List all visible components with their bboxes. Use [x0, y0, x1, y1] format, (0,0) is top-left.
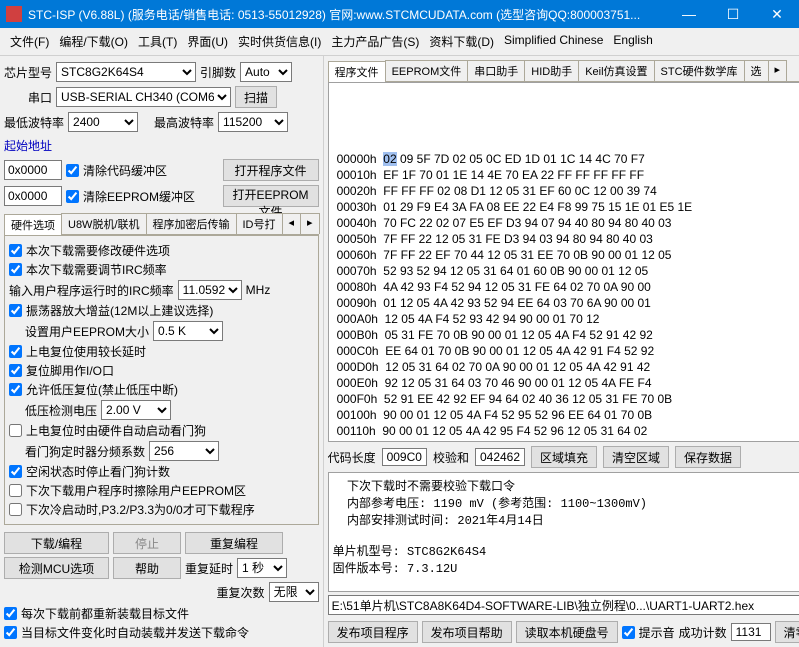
minbaud-select[interactable]: 2400	[68, 112, 138, 132]
minbaud-label: 最低波特率	[4, 114, 64, 131]
tab-serial[interactable]: 串口助手	[467, 60, 525, 81]
delay-select[interactable]: 1 秒	[237, 558, 287, 578]
clear-eeprom-check[interactable]	[66, 190, 79, 203]
menu-english[interactable]: English	[609, 31, 656, 52]
irc-unit: MHz	[246, 283, 271, 297]
maxbaud-select[interactable]: 115200	[218, 112, 288, 132]
autoload-check[interactable]	[4, 607, 17, 620]
startaddr-label: 起始地址	[4, 137, 319, 154]
irc-select[interactable]: 11.0592	[178, 280, 242, 300]
opt-reset-io[interactable]	[9, 364, 22, 377]
fill-button[interactable]: 区域填充	[531, 446, 597, 468]
path-input[interactable]	[328, 595, 799, 615]
opt-cold-start[interactable]	[9, 503, 22, 516]
menu-supply[interactable]: 实时供货信息(I)	[234, 31, 325, 52]
succ-value: 1131	[731, 623, 771, 641]
scan-button[interactable]: 扫描	[235, 86, 277, 108]
close-button[interactable]: ✕	[755, 0, 799, 28]
delay-label: 重复延时	[185, 560, 233, 577]
tab-scroll-right[interactable]: ▸	[300, 213, 320, 234]
codelen-value: 009C0	[382, 448, 427, 466]
addr2-input[interactable]	[4, 186, 62, 206]
beep-check[interactable]	[622, 626, 635, 639]
opt-wdt-auto[interactable]	[9, 424, 22, 437]
read-hw-button[interactable]: 读取本机硬盘号	[516, 621, 618, 643]
tab-keil[interactable]: Keil仿真设置	[578, 60, 654, 81]
com-select[interactable]: USB-SERIAL CH340 (COM6)	[56, 87, 231, 107]
clear-code-check[interactable]	[66, 164, 79, 177]
codelen-label: 代码长度	[328, 449, 376, 466]
lvd-label: 低压检测电压	[25, 402, 97, 419]
zero-button[interactable]: 清零	[775, 621, 799, 643]
tab-eepromfile[interactable]: EEPROM文件	[385, 60, 469, 81]
clear-code-label: 清除代码缓冲区	[83, 162, 167, 179]
pub-prog-button[interactable]: 发布项目程序	[328, 621, 418, 643]
menu-file[interactable]: 文件(F)	[6, 31, 53, 52]
clear-button[interactable]: 清空区域	[603, 446, 669, 468]
count-select[interactable]: 无限	[269, 582, 319, 602]
opt-long-delay[interactable]	[9, 345, 22, 358]
open-prog-button[interactable]: 打开程序文件	[223, 159, 319, 181]
wdt-label: 看门狗定时器分频系数	[25, 443, 145, 460]
tab-stchw[interactable]: STC硬件数学库	[654, 60, 745, 81]
pins-select[interactable]: Auto	[240, 62, 292, 82]
log-output: 下次下载时不需要校验下载口令 内部参考电压: 1190 mV (参考范围: 11…	[328, 472, 799, 592]
detect-button[interactable]: 检测MCU选项	[4, 557, 109, 579]
opt-idle-wdt[interactable]	[9, 465, 22, 478]
window-title: STC-ISP (V6.88L) (服务电话/销售电话: 0513-550129…	[28, 6, 667, 23]
hex-view[interactable]: 00000h 02 09 5F 7D 02 05 0C ED 1D 01 1C …	[328, 82, 799, 442]
menu-ui[interactable]: 界面(U)	[183, 31, 232, 52]
lvd-select[interactable]: 2.00 V	[101, 400, 171, 420]
tab-progfile[interactable]: 程序文件	[328, 61, 386, 82]
chip-select[interactable]: STC8G2K64S4	[56, 62, 196, 82]
com-label: 串口	[28, 89, 52, 106]
tab-u8w[interactable]: U8W脱机/联机	[61, 213, 147, 234]
eeprom-size-label: 设置用户EEPROM大小	[25, 323, 149, 340]
app-icon	[6, 6, 22, 22]
count-label: 重复次数	[217, 584, 265, 601]
max-button[interactable]: ☐	[711, 0, 755, 28]
tab-hwopt[interactable]: 硬件选项	[4, 214, 62, 235]
help-button[interactable]: 帮助	[113, 557, 181, 579]
maxbaud-label: 最高波特率	[154, 114, 214, 131]
pub-help-button[interactable]: 发布项目帮助	[422, 621, 512, 643]
tab-encrypt[interactable]: 程序加密后传输	[146, 213, 237, 234]
menubar: 文件(F) 编程/下载(O) 工具(T) 界面(U) 实时供货信息(I) 主力产…	[0, 28, 799, 56]
chip-label: 芯片型号	[4, 64, 52, 81]
opt-erase-eeprom[interactable]	[9, 484, 22, 497]
chksum-value: 042462	[475, 448, 525, 466]
min-button[interactable]: —	[667, 0, 711, 28]
tab-scroll-left[interactable]: ◂	[282, 213, 302, 234]
wdt-select[interactable]: 256	[149, 441, 219, 461]
download-button[interactable]: 下载/编程	[4, 532, 109, 554]
menu-tools[interactable]: 工具(T)	[134, 31, 181, 52]
opt-adjust-irc[interactable]	[9, 263, 22, 276]
eeprom-size-select[interactable]: 0.5 K	[153, 321, 223, 341]
tab-hid[interactable]: HID助手	[524, 60, 579, 81]
tab-id[interactable]: ID号打	[236, 213, 283, 234]
menu-download[interactable]: 资料下载(D)	[425, 31, 498, 52]
opt-lvr[interactable]	[9, 383, 22, 396]
save-button[interactable]: 保存数据	[675, 446, 741, 468]
pins-label: 引脚数	[200, 64, 236, 81]
options-panel: 本次下载需要修改硬件选项 本次下载需要调节IRC频率 输入用户程序运行时的IRC…	[4, 235, 319, 525]
beep-label: 提示音	[639, 624, 675, 641]
tab-more[interactable]: 选	[744, 60, 769, 81]
addr1-input[interactable]	[4, 160, 62, 180]
autodetect-check[interactable]	[4, 626, 17, 639]
clear-eeprom-label: 清除EEPROM缓冲区	[83, 188, 195, 205]
tab-scroll-r2[interactable]: ▸	[768, 60, 788, 81]
chksum-label: 校验和	[433, 449, 469, 466]
open-eeprom-button[interactable]: 打开EEPROM文件	[223, 185, 319, 207]
irc-label: 输入用户程序运行时的IRC频率	[9, 282, 174, 299]
redo-button[interactable]: 重复编程	[185, 532, 283, 554]
stop-button: 停止	[113, 532, 181, 554]
opt-osc-gain[interactable]	[9, 304, 22, 317]
menu-program[interactable]: 编程/下载(O)	[55, 31, 132, 52]
menu-simpchinese[interactable]: Simplified Chinese	[500, 31, 607, 52]
opt-modify-hw[interactable]	[9, 244, 22, 257]
succ-label: 成功计数	[679, 624, 727, 641]
menu-ads[interactable]: 主力产品广告(S)	[327, 31, 423, 52]
